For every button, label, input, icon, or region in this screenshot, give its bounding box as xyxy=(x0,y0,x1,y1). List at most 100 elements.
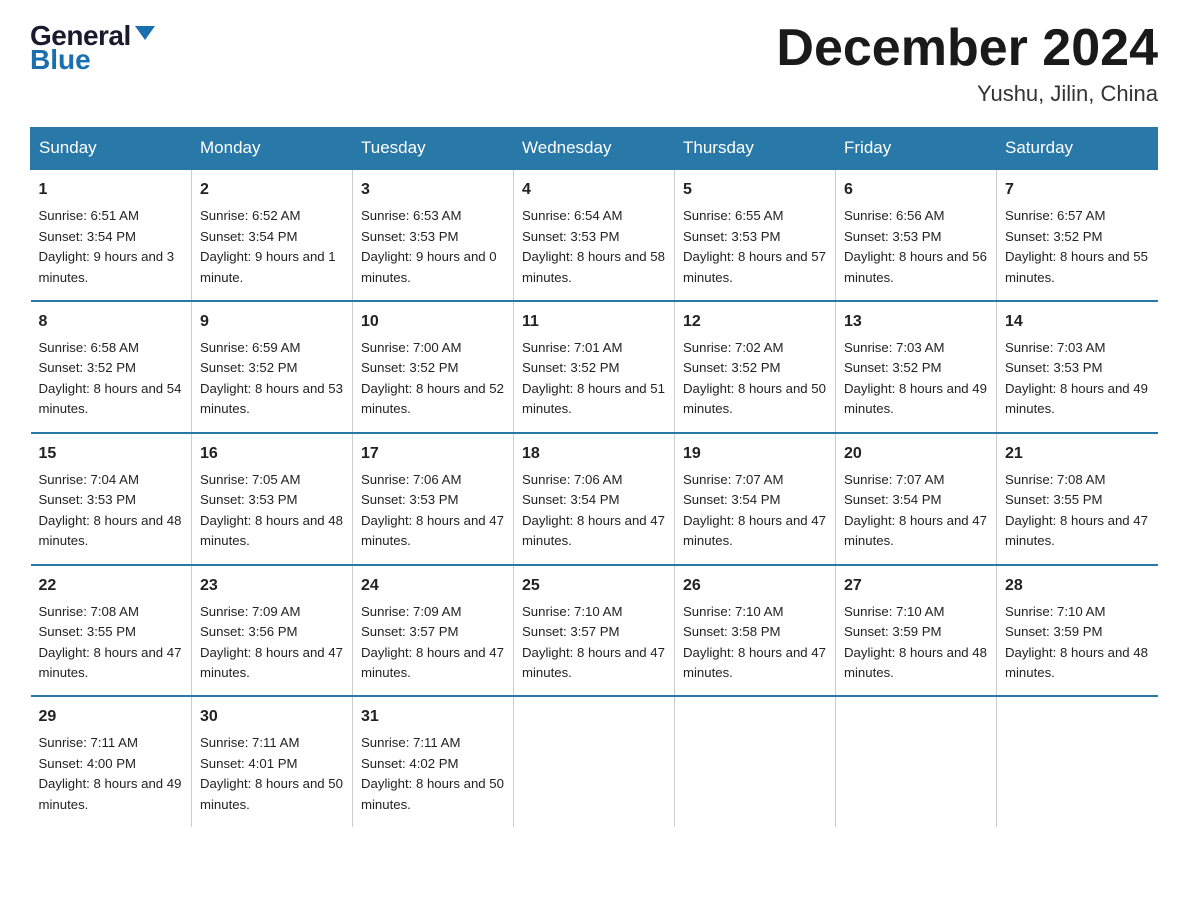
day-info: Sunrise: 7:03 AMSunset: 3:53 PMDaylight:… xyxy=(1005,338,1150,420)
day-number: 1 xyxy=(39,178,184,202)
calendar-day-cell: 17 Sunrise: 7:06 AMSunset: 3:53 PMDayligh… xyxy=(353,433,514,565)
day-number: 6 xyxy=(844,178,988,202)
calendar-day-cell: 6 Sunrise: 6:56 AMSunset: 3:53 PMDaylight… xyxy=(836,169,997,301)
logo: General Blue xyxy=(30,20,155,76)
day-info: Sunrise: 7:07 AMSunset: 3:54 PMDaylight:… xyxy=(844,470,988,552)
day-number: 8 xyxy=(39,310,184,334)
day-info: Sunrise: 7:07 AMSunset: 3:54 PMDaylight:… xyxy=(683,470,827,552)
day-info: Sunrise: 7:03 AMSunset: 3:52 PMDaylight:… xyxy=(844,338,988,420)
day-info: Sunrise: 6:52 AMSunset: 3:54 PMDaylight:… xyxy=(200,206,344,288)
day-number: 3 xyxy=(361,178,505,202)
day-number: 22 xyxy=(39,574,184,598)
calendar-week-row: 8 Sunrise: 6:58 AMSunset: 3:52 PMDaylight… xyxy=(31,301,1158,433)
calendar-day-cell: 28Sunrise: 7:10 AMSunset: 3:59 PMDayligh… xyxy=(997,565,1158,697)
day-info: Sunrise: 7:10 AMSunset: 3:59 PMDaylight:… xyxy=(844,602,988,684)
calendar-day-cell: 29 Sunrise: 7:11 AMSunset: 4:00 PMDayligh… xyxy=(31,696,192,827)
day-info: Sunrise: 6:59 AMSunset: 3:52 PMDaylight:… xyxy=(200,338,344,420)
day-info: Sunrise: 7:11 AMSunset: 4:00 PMDaylight:… xyxy=(39,733,184,815)
day-info: Sunrise: 7:02 AMSunset: 3:52 PMDaylight:… xyxy=(683,338,827,420)
day-info: Sunrise: 7:06 AMSunset: 3:54 PMDaylight:… xyxy=(522,470,666,552)
calendar-day-cell: 2 Sunrise: 6:52 AMSunset: 3:54 PMDaylight… xyxy=(192,169,353,301)
day-number: 10 xyxy=(361,310,505,334)
day-info: Sunrise: 7:08 AMSunset: 3:55 PMDaylight:… xyxy=(39,602,184,684)
month-year-title: December 2024 xyxy=(776,20,1158,77)
day-number: 24 xyxy=(361,574,505,598)
calendar-header-row: SundayMondayTuesdayWednesdayThursdayFrid… xyxy=(31,128,1158,170)
calendar-day-cell: 31 Sunrise: 7:11 AMSunset: 4:02 PMDayligh… xyxy=(353,696,514,827)
calendar-day-cell: 23Sunrise: 7:09 AMSunset: 3:56 PMDayligh… xyxy=(192,565,353,697)
calendar-day-cell: 10 Sunrise: 7:00 AMSunset: 3:52 PMDayligh… xyxy=(353,301,514,433)
day-info: Sunrise: 6:58 AMSunset: 3:52 PMDaylight:… xyxy=(39,338,184,420)
calendar-day-cell: 25 Sunrise: 7:10 AMSunset: 3:57 PMDayligh… xyxy=(514,565,675,697)
day-number: 17 xyxy=(361,442,505,466)
calendar-day-cell: 3 Sunrise: 6:53 AMSunset: 3:53 PMDaylight… xyxy=(353,169,514,301)
weekday-header: Saturday xyxy=(997,128,1158,170)
day-number: 20 xyxy=(844,442,988,466)
day-info: Sunrise: 6:57 AMSunset: 3:52 PMDaylight:… xyxy=(1005,206,1150,288)
calendar-day-cell: 4 Sunrise: 6:54 AMSunset: 3:53 PMDaylight… xyxy=(514,169,675,301)
calendar-day-cell: 20 Sunrise: 7:07 AMSunset: 3:54 PMDayligh… xyxy=(836,433,997,565)
calendar-week-row: 22 Sunrise: 7:08 AMSunset: 3:55 PMDayligh… xyxy=(31,565,1158,697)
day-info: Sunrise: 7:09 AMSunset: 3:57 PMDaylight:… xyxy=(361,602,505,684)
title-block: December 2024 Yushu, Jilin, China xyxy=(776,20,1158,107)
day-number: 19 xyxy=(683,442,827,466)
calendar-day-cell: 30Sunrise: 7:11 AMSunset: 4:01 PMDayligh… xyxy=(192,696,353,827)
calendar-day-cell: 14Sunrise: 7:03 AMSunset: 3:53 PMDayligh… xyxy=(997,301,1158,433)
day-number: 9 xyxy=(200,310,344,334)
day-number: 29 xyxy=(39,705,184,729)
day-number: 4 xyxy=(522,178,666,202)
calendar-day-cell: 26 Sunrise: 7:10 AMSunset: 3:58 PMDayligh… xyxy=(675,565,836,697)
weekday-header: Wednesday xyxy=(514,128,675,170)
calendar-week-row: 29 Sunrise: 7:11 AMSunset: 4:00 PMDayligh… xyxy=(31,696,1158,827)
day-number: 12 xyxy=(683,310,827,334)
calendar-day-cell: 8 Sunrise: 6:58 AMSunset: 3:52 PMDaylight… xyxy=(31,301,192,433)
day-number: 2 xyxy=(200,178,344,202)
day-info: Sunrise: 7:00 AMSunset: 3:52 PMDaylight:… xyxy=(361,338,505,420)
calendar-day-cell: 22 Sunrise: 7:08 AMSunset: 3:55 PMDayligh… xyxy=(31,565,192,697)
weekday-header: Monday xyxy=(192,128,353,170)
calendar-day-cell: 18Sunrise: 7:06 AMSunset: 3:54 PMDayligh… xyxy=(514,433,675,565)
weekday-header: Sunday xyxy=(31,128,192,170)
calendar-day-cell: 21 Sunrise: 7:08 AMSunset: 3:55 PMDayligh… xyxy=(997,433,1158,565)
day-info: Sunrise: 7:11 AMSunset: 4:02 PMDaylight:… xyxy=(361,733,505,815)
day-info: Sunrise: 6:54 AMSunset: 3:53 PMDaylight:… xyxy=(522,206,666,288)
calendar-day-cell xyxy=(997,696,1158,827)
weekday-header: Tuesday xyxy=(353,128,514,170)
calendar-week-row: 1 Sunrise: 6:51 AMSunset: 3:54 PMDaylight… xyxy=(31,169,1158,301)
calendar-day-cell xyxy=(675,696,836,827)
day-info: Sunrise: 6:56 AMSunset: 3:53 PMDaylight:… xyxy=(844,206,988,288)
day-number: 5 xyxy=(683,178,827,202)
day-number: 31 xyxy=(361,705,505,729)
day-number: 21 xyxy=(1005,442,1150,466)
day-number: 16 xyxy=(200,442,344,466)
day-info: Sunrise: 7:09 AMSunset: 3:56 PMDaylight:… xyxy=(200,602,344,684)
day-number: 15 xyxy=(39,442,184,466)
day-info: Sunrise: 7:11 AMSunset: 4:01 PMDaylight:… xyxy=(200,733,344,815)
weekday-header: Thursday xyxy=(675,128,836,170)
day-info: Sunrise: 7:06 AMSunset: 3:53 PMDaylight:… xyxy=(361,470,505,552)
day-number: 25 xyxy=(522,574,666,598)
day-number: 13 xyxy=(844,310,988,334)
calendar-day-cell: 11 Sunrise: 7:01 AMSunset: 3:52 PMDayligh… xyxy=(514,301,675,433)
calendar-table: SundayMondayTuesdayWednesdayThursdayFrid… xyxy=(30,127,1158,827)
calendar-day-cell: 27Sunrise: 7:10 AMSunset: 3:59 PMDayligh… xyxy=(836,565,997,697)
calendar-day-cell: 19 Sunrise: 7:07 AMSunset: 3:54 PMDayligh… xyxy=(675,433,836,565)
day-info: Sunrise: 7:01 AMSunset: 3:52 PMDaylight:… xyxy=(522,338,666,420)
day-info: Sunrise: 7:10 AMSunset: 3:57 PMDaylight:… xyxy=(522,602,666,684)
day-info: Sunrise: 7:10 AMSunset: 3:59 PMDaylight:… xyxy=(1005,602,1150,684)
day-info: Sunrise: 7:10 AMSunset: 3:58 PMDaylight:… xyxy=(683,602,827,684)
calendar-day-cell: 16 Sunrise: 7:05 AMSunset: 3:53 PMDayligh… xyxy=(192,433,353,565)
day-number: 26 xyxy=(683,574,827,598)
calendar-week-row: 15 Sunrise: 7:04 AMSunset: 3:53 PMDayligh… xyxy=(31,433,1158,565)
day-number: 11 xyxy=(522,310,666,334)
day-info: Sunrise: 7:08 AMSunset: 3:55 PMDaylight:… xyxy=(1005,470,1150,552)
calendar-day-cell xyxy=(836,696,997,827)
weekday-header: Friday xyxy=(836,128,997,170)
calendar-day-cell: 5Sunrise: 6:55 AMSunset: 3:53 PMDaylight… xyxy=(675,169,836,301)
day-info: Sunrise: 7:04 AMSunset: 3:53 PMDaylight:… xyxy=(39,470,184,552)
day-info: Sunrise: 6:53 AMSunset: 3:53 PMDaylight:… xyxy=(361,206,505,288)
calendar-day-cell: 12 Sunrise: 7:02 AMSunset: 3:52 PMDayligh… xyxy=(675,301,836,433)
day-info: Sunrise: 7:05 AMSunset: 3:53 PMDaylight:… xyxy=(200,470,344,552)
day-info: Sunrise: 6:51 AMSunset: 3:54 PMDaylight:… xyxy=(39,206,184,288)
logo-triangle-icon xyxy=(135,26,155,40)
